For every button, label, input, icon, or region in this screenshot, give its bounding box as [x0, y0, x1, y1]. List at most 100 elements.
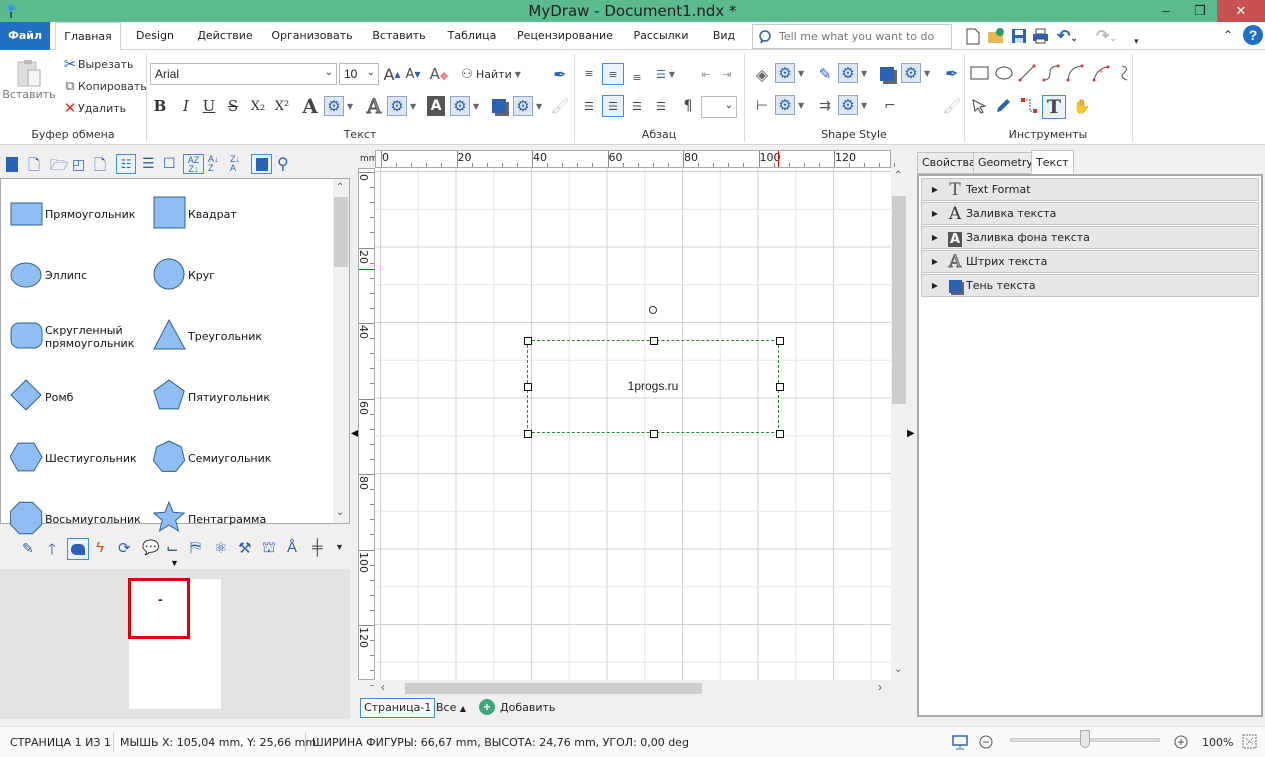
align-tool-icon[interactable]: ╪: [312, 539, 323, 556]
new-document-icon[interactable]: [966, 28, 980, 45]
section-text-shadow[interactable]: ▶ Тень текста: [921, 274, 1259, 297]
shape-item-pentagon[interactable]: Пятиугольник: [153, 379, 270, 416]
shrink-font-button[interactable]: A ▼: [404, 64, 422, 84]
shape-item-rect[interactable]: Прямоугольник: [10, 196, 135, 233]
section-text-stroke[interactable]: ▶ A Штрих текста: [921, 250, 1259, 273]
corner-rounding-icon[interactable]: ⌐: [880, 96, 900, 116]
line-begin-icon[interactable]: ⊢: [752, 96, 772, 116]
resize-handle[interactable]: [775, 429, 784, 438]
library-icon[interactable]: [6, 157, 18, 172]
justify-button[interactable]: ☰: [652, 96, 670, 116]
resize-handle[interactable]: [649, 429, 658, 438]
delete-button[interactable]: ✕ Удалить: [62, 99, 126, 117]
shape-item-heptagon[interactable]: Семиугольник: [152, 440, 271, 477]
paragraph-mark-button[interactable]: ¶: [680, 96, 696, 116]
redo-button[interactable]: ↷⌄: [1096, 26, 1117, 46]
scroll-up-icon[interactable]: ⌃: [336, 182, 344, 193]
shape-item-ellipse[interactable]: Эллипс: [10, 257, 87, 294]
underline-button[interactable]: U: [201, 96, 217, 116]
line-brush-icon[interactable]: ✎: [815, 64, 835, 84]
align-bottom-button[interactable]: ≡: [628, 67, 646, 87]
callout-icon[interactable]: 💬: [142, 539, 159, 556]
canvas-vertical-scrollbar[interactable]: ⌃ ⌄: [891, 168, 907, 680]
tools-icon[interactable]: ⚒: [238, 539, 251, 557]
tab-table[interactable]: Таблица: [442, 22, 502, 50]
polyline-tool-icon[interactable]: [1042, 64, 1060, 82]
shape-item-square[interactable]: Квадрат: [153, 196, 237, 233]
scroll-right-icon[interactable]: ›: [878, 680, 882, 694]
scroll-down-icon[interactable]: ⌄: [894, 664, 902, 675]
pencil-tool-icon[interactable]: [994, 97, 1012, 115]
strikethrough-button[interactable]: S: [225, 96, 241, 116]
edit-icon[interactable]: ✎: [22, 540, 34, 557]
open-folder-icon[interactable]: [987, 27, 1005, 44]
copy-button[interactable]: ⧉ Копировать: [62, 77, 146, 95]
resize-handle[interactable]: [523, 336, 532, 345]
tab-review[interactable]: Рецензирование: [512, 22, 618, 50]
open-library-icon[interactable]: 🗁: [50, 155, 69, 180]
grow-font-button[interactable]: A ▲: [383, 64, 401, 84]
drawing-canvas[interactable]: 1progs.ru: [375, 168, 891, 680]
superscript-button[interactable]: X²: [272, 96, 292, 116]
text-background-icon[interactable]: A: [427, 96, 445, 116]
shape-item-circle[interactable]: Круг: [153, 257, 215, 294]
style-eyedropper-icon[interactable]: ✒: [942, 63, 962, 83]
sort-z-a-icon[interactable]: Z↓ A: [230, 155, 240, 173]
line-end-dropdown[interactable]: ⚙ ▼: [838, 95, 867, 115]
save-icon[interactable]: [1011, 28, 1027, 44]
tab-arrange[interactable]: Организовать: [268, 22, 356, 50]
clear-formatting-button[interactable]: A◆: [428, 64, 450, 84]
line-spacing-select[interactable]: ⌄: [701, 96, 737, 118]
more-tools-icon[interactable]: ▼: [335, 542, 344, 552]
hierarchy-icon[interactable]: ⛫: [262, 539, 276, 558]
cut-button[interactable]: ✂ Вырезать: [62, 55, 134, 73]
restore-button[interactable]: ❐: [1183, 0, 1217, 22]
hand-tool-icon[interactable]: ✋: [1072, 97, 1092, 117]
connector-tool-icon[interactable]: [1020, 97, 1038, 115]
rotate-icon[interactable]: ⟳: [118, 539, 131, 557]
pointer-tool-icon[interactable]: [970, 97, 988, 115]
selected-shape[interactable]: 1progs.ru: [527, 340, 779, 433]
arrow-up-icon[interactable]: 🡑: [48, 539, 56, 564]
text-tool-button[interactable]: T: [1042, 95, 1066, 119]
freeform-tool-icon[interactable]: [1118, 64, 1132, 82]
search-input[interactable]: Tell me what you want to do: [752, 24, 952, 49]
icons-only-view-icon[interactable]: ☐: [163, 155, 176, 172]
text-outline-dropdown[interactable]: ⚙ ▼: [387, 96, 416, 116]
shape-item-roundrect[interactable]: Скругленный прямоугольник: [10, 318, 135, 355]
shape-item-hexagon[interactable]: Шестиугольник: [9, 440, 137, 477]
shadow-dropdown[interactable]: ⚙ ▼: [901, 63, 930, 83]
align-left-button[interactable]: ☰: [580, 96, 598, 116]
italic-button[interactable]: I: [178, 96, 194, 116]
fill-dropdown[interactable]: ⚙ ▼: [775, 63, 804, 83]
search-shapes-icon[interactable]: ⚲: [277, 154, 289, 174]
help-icon[interactable]: ?: [1243, 25, 1263, 45]
text-background-dropdown[interactable]: ⚙ ▼: [450, 96, 479, 116]
shadow-icon[interactable]: [878, 65, 896, 83]
connector-icon[interactable]: ⌙: [166, 539, 179, 557]
expand-tools-icon[interactable]: ▼: [170, 558, 179, 568]
text-outline-icon[interactable]: A: [364, 94, 384, 119]
font-family-select[interactable]: Arial ⌄: [150, 63, 337, 85]
rotation-handle[interactable]: [645, 302, 661, 318]
section-text-fill[interactable]: ▶ A Заливка текста: [921, 202, 1259, 225]
list-view-icon[interactable]: ☰: [142, 155, 155, 172]
line-dropdown[interactable]: ⚙ ▼: [838, 63, 867, 83]
tab-design[interactable]: Design: [128, 22, 182, 50]
tab-mailings[interactable]: Рассылки: [628, 22, 694, 50]
shape-item-diamond[interactable]: Ромб: [10, 379, 73, 416]
tab-view[interactable]: Вид: [706, 22, 742, 50]
increase-indent-button[interactable]: ⇥: [718, 63, 736, 85]
icons-with-text-view-icon[interactable]: ☷: [116, 154, 136, 174]
resize-handle[interactable]: [775, 336, 784, 345]
collapse-ribbon-icon[interactable]: ⌃: [1223, 28, 1233, 42]
subscript-button[interactable]: X₂: [248, 96, 268, 116]
tab-action[interactable]: Действие: [192, 22, 258, 50]
paste-button[interactable]: Вставить: [2, 54, 56, 104]
font-size-select[interactable]: 10 ⌄: [339, 63, 379, 85]
resize-handle[interactable]: [649, 336, 658, 345]
shape-item-triangle[interactable]: Треугольник: [153, 318, 262, 355]
compass-icon[interactable]: Å: [287, 539, 297, 556]
shapes-overlap-button[interactable]: [67, 538, 89, 560]
canvas-horizontal-scrollbar[interactable]: ‹ ›: [375, 680, 891, 696]
